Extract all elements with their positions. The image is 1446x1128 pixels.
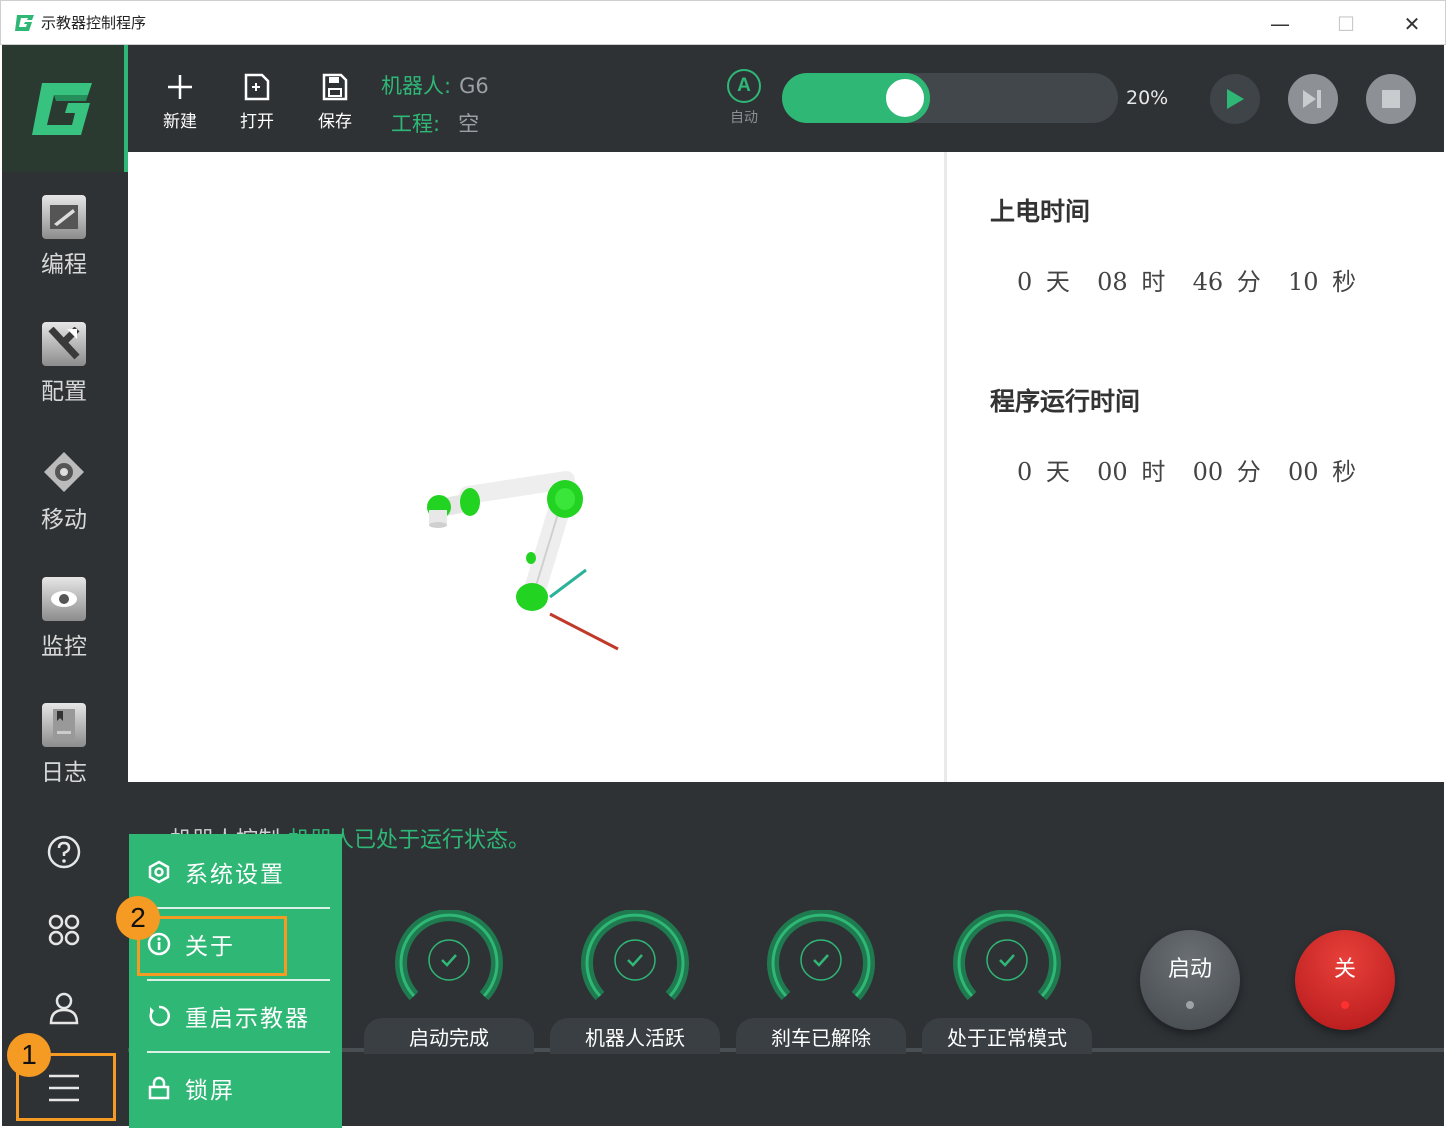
window-titlebar: 示教器控制程序 — ☐ ✕	[0, 0, 1446, 45]
play-button[interactable]	[1210, 74, 1260, 124]
sidebar-item-label: 移动	[41, 507, 87, 533]
save-label: 保存	[318, 112, 352, 132]
open-file-icon	[244, 73, 270, 101]
new-button[interactable]: 新建	[150, 73, 210, 132]
menu-item-label: 锁屏	[185, 1078, 235, 1104]
project-key: 工程:	[391, 112, 441, 136]
help-icon[interactable]	[2, 827, 126, 877]
step-button[interactable]	[1288, 74, 1338, 124]
highlight-about-item	[137, 916, 287, 976]
step-badge-1: 1	[7, 1033, 51, 1077]
menu-item-system-settings[interactable]: 系统设置	[129, 842, 342, 902]
minimize-button[interactable]: —	[1247, 1, 1313, 46]
save-button[interactable]: 保存	[305, 73, 365, 132]
sidebar-item-label: 编程	[41, 252, 87, 278]
power-off-label: 关	[1333, 957, 1356, 982]
sidebar-item-label: 配置	[41, 379, 87, 405]
stop-icon	[1382, 90, 1400, 108]
indicator-normal-mode: 处于正常模式	[922, 909, 1092, 1055]
step-forward-icon	[1303, 90, 1321, 108]
indicator-brake-released: 刹车已解除	[736, 909, 906, 1055]
new-label: 新建	[163, 112, 197, 132]
power-on-time-title: 上电时间	[990, 197, 1091, 226]
power-off-button[interactable]: 关	[1295, 930, 1395, 1030]
indicator-label: 机器人活跃	[550, 1018, 720, 1054]
sidebar-item-config[interactable]: 配置	[2, 322, 126, 422]
system-popup-menu: 系统设置 关于 重启示教器 锁屏	[129, 834, 342, 1128]
plus-icon	[168, 75, 192, 99]
speed-value: 20%	[1126, 87, 1169, 109]
auto-mode-badge: A	[737, 75, 751, 96]
sidebar-item-program[interactable]: 编程	[2, 195, 126, 295]
indicator-label: 处于正常模式	[922, 1018, 1092, 1054]
sidebar-item-monitor[interactable]: 监控	[2, 577, 126, 677]
lock-icon	[148, 1076, 170, 1100]
program-run-time-title: 程序运行时间	[990, 387, 1141, 416]
menu-divider	[147, 979, 330, 981]
close-window-button[interactable]: ✕	[1379, 1, 1445, 46]
open-button[interactable]: 打开	[227, 73, 287, 132]
start-label: 启动	[1167, 957, 1212, 982]
menu-item-restart-pendant[interactable]: 重启示教器	[129, 986, 342, 1046]
save-icon	[322, 73, 348, 101]
auto-mode-toggle[interactable]: A 自动	[724, 69, 764, 127]
check-gauge-icon	[953, 909, 1061, 1001]
menu-divider	[147, 1051, 330, 1053]
move-icon	[42, 450, 86, 494]
robot-row: 机器人: G6	[381, 67, 489, 105]
robot-arm-model	[427, 471, 619, 651]
robot-key: 机器人:	[381, 74, 452, 98]
robot-value: G6	[459, 74, 489, 98]
stop-button[interactable]	[1366, 74, 1416, 124]
speed-slider[interactable]	[782, 73, 1118, 123]
maximize-button[interactable]: ☐	[1313, 1, 1379, 46]
brand-logo-icon	[32, 82, 92, 135]
app-logo-icon	[15, 13, 35, 33]
log-icon	[42, 703, 86, 747]
program-icon	[42, 195, 86, 239]
sidebar-item-log[interactable]: 日志	[2, 703, 126, 803]
auto-mode-label: 自动	[730, 110, 758, 126]
check-gauge-icon	[395, 909, 503, 1001]
apps-icon[interactable]	[2, 905, 126, 955]
menu-divider	[147, 907, 330, 909]
power-on-time-value: 0 天 08 时 46 分 10 秒	[1017, 268, 1357, 296]
restart-icon	[149, 1005, 170, 1027]
program-run-time-value: 0 天 00 时 00 分 00 秒	[1017, 458, 1357, 486]
step-badge-2: 2	[116, 896, 160, 940]
auto-mode-icon: A	[727, 69, 761, 103]
start-button[interactable]: 启动	[1140, 930, 1240, 1030]
check-gauge-icon	[767, 909, 875, 1001]
time-info-panel: 上电时间 0 天 08 时 46 分 10 秒 程序运行时间 0 天 00 时 …	[947, 152, 1444, 782]
check-gauge-icon	[581, 909, 689, 1001]
indicator-label: 启动完成	[364, 1018, 534, 1054]
robot-3d-viewport[interactable]	[128, 152, 944, 782]
indicator-robot-active: 机器人活跃	[550, 909, 720, 1055]
monitor-icon	[42, 577, 86, 621]
config-icon	[42, 322, 86, 366]
menu-item-lock-screen[interactable]: 锁屏	[129, 1058, 342, 1118]
open-label: 打开	[240, 112, 274, 132]
robot-info: 机器人: G6 工程: 空	[381, 67, 489, 143]
indicator-label: 刹车已解除	[736, 1018, 906, 1054]
indicator-startup-complete: 启动完成	[364, 909, 534, 1055]
settings-icon	[148, 860, 170, 884]
sidebar-item-label: 监控	[41, 634, 87, 660]
brand-logo	[2, 45, 128, 172]
menu-item-label: 系统设置	[185, 862, 285, 888]
play-icon	[1227, 89, 1244, 109]
project-row: 工程: 空	[391, 105, 489, 143]
project-value: 空	[458, 112, 480, 136]
sidebar-item-label: 日志	[41, 760, 87, 786]
menu-item-label: 重启示教器	[185, 1006, 310, 1032]
speed-slider-handle[interactable]	[879, 73, 930, 123]
user-icon[interactable]	[2, 983, 126, 1033]
power-status-dot	[1341, 1001, 1349, 1009]
sidebar-item-move[interactable]: 移动	[2, 450, 126, 550]
sidebar: 编程 配置 移动 监控 日志	[2, 45, 128, 1126]
top-toolbar: 新建 打开 保存 机器人: G6 工程: 空 A 自动 20%	[128, 45, 1444, 152]
window-title: 示教器控制程序	[41, 14, 147, 32]
start-status-dot	[1186, 1001, 1194, 1009]
